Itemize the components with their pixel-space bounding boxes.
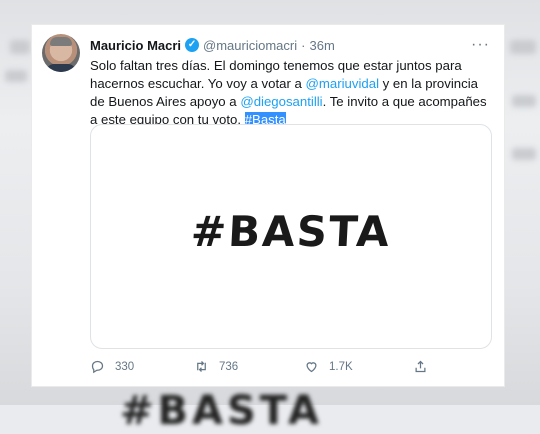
heart-icon bbox=[306, 362, 317, 373]
tweet-timestamp[interactable]: 36m bbox=[309, 38, 334, 53]
separator-dot: · bbox=[301, 37, 306, 53]
tweet-actions: 330 736 1.7K bbox=[90, 359, 492, 379]
author-name[interactable]: Mauricio Macri bbox=[90, 38, 181, 53]
background-blur-shape bbox=[512, 148, 536, 160]
reply-button[interactable]: 330 bbox=[90, 359, 134, 374]
like-count: 1.7K bbox=[329, 360, 353, 373]
like-button[interactable]: 1.7K bbox=[304, 359, 353, 374]
background-blur-shape bbox=[5, 70, 27, 82]
share-icon bbox=[415, 360, 426, 373]
background-blurred-image: #BASTA bbox=[120, 388, 323, 434]
author-handle[interactable]: @mauriciomacri bbox=[203, 38, 297, 53]
background-blur-shape bbox=[512, 95, 536, 107]
background-blur-shape bbox=[510, 40, 536, 54]
reply-icon bbox=[91, 360, 104, 374]
tweet-text: Solo faltan tres días. El domingo tenemo… bbox=[90, 57, 490, 129]
image-hashtag-text: #BASTA bbox=[189, 207, 393, 256]
retweet-icon bbox=[197, 361, 206, 372]
avatar[interactable] bbox=[42, 34, 80, 72]
share-button[interactable] bbox=[413, 359, 428, 374]
more-options-icon[interactable]: ··· bbox=[471, 36, 490, 54]
verified-badge-icon: ✓ bbox=[185, 38, 200, 52]
tweet-image[interactable]: #BASTA bbox=[90, 124, 492, 349]
tweet-card[interactable]: Mauricio Macri ✓ @mauriciomacri · 36m ··… bbox=[31, 24, 505, 387]
background-blur-shape bbox=[10, 40, 30, 54]
retweet-button[interactable]: 736 bbox=[194, 359, 238, 374]
reply-count: 330 bbox=[115, 360, 135, 373]
mention-link[interactable]: @mariuvidal bbox=[306, 76, 379, 91]
retweet-count: 736 bbox=[219, 360, 239, 373]
mention-link[interactable]: @diegosantilli bbox=[240, 94, 322, 109]
tweet-header: Mauricio Macri ✓ @mauriciomacri · 36m bbox=[90, 36, 335, 54]
